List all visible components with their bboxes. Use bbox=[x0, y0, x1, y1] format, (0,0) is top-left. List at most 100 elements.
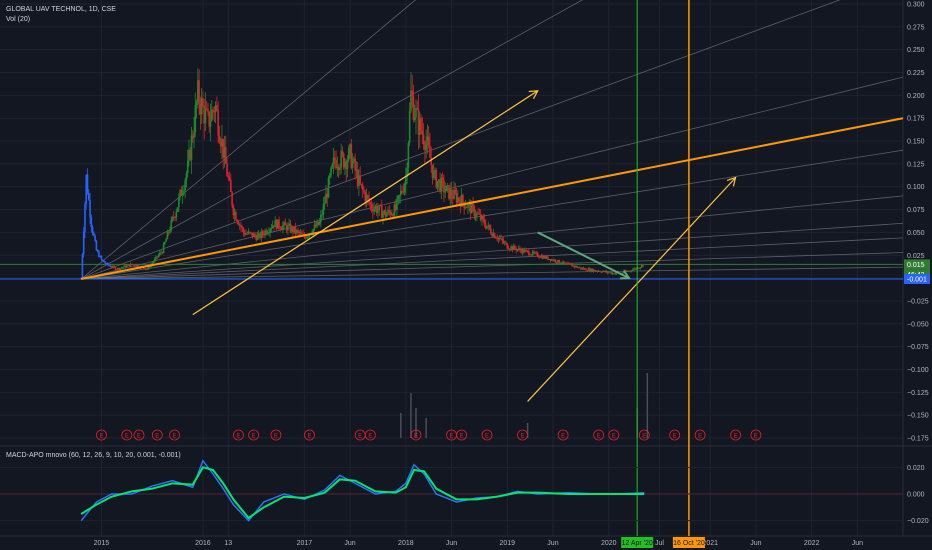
candle-body bbox=[327, 177, 330, 198]
candle-body bbox=[231, 192, 233, 206]
candle-body bbox=[425, 141, 427, 151]
time-tick-label: 2016 bbox=[195, 540, 211, 547]
candle-body bbox=[642, 265, 644, 267]
candle-body bbox=[224, 146, 227, 164]
earnings-marker-letter: E bbox=[597, 434, 601, 440]
candle-body bbox=[320, 214, 322, 222]
candle-body bbox=[441, 177, 444, 181]
earnings-marker-letter: E bbox=[460, 434, 464, 440]
candle-body bbox=[554, 259, 557, 262]
candle-body bbox=[547, 256, 549, 260]
candle-body bbox=[411, 90, 413, 97]
candle-body bbox=[568, 263, 571, 264]
candle-body bbox=[109, 265, 112, 267]
price-label-text: -0.001 bbox=[907, 277, 927, 284]
candle-body bbox=[477, 212, 479, 214]
fib-fan-line bbox=[81, 252, 903, 280]
time-tick-label: 2015 bbox=[94, 540, 110, 547]
candle-body bbox=[86, 174, 89, 194]
candle-body bbox=[321, 214, 323, 216]
macd-label: MACD-APO mnovo (60, 12, 26, 9, 10, 20, 0… bbox=[6, 452, 181, 459]
candle-body bbox=[614, 273, 616, 275]
earnings-marker-letter: E bbox=[236, 434, 240, 440]
candle-body bbox=[241, 227, 244, 229]
candle-body bbox=[516, 249, 519, 251]
price-tick-label: 0.300 bbox=[907, 2, 925, 9]
candle-body bbox=[287, 225, 289, 231]
candle-body bbox=[412, 96, 415, 120]
volume-label: Vol (20) bbox=[6, 16, 31, 23]
candle-body bbox=[454, 189, 457, 194]
candle-body bbox=[444, 191, 446, 193]
candle-body bbox=[166, 231, 169, 240]
candle-body bbox=[93, 232, 95, 236]
fib-fan-line bbox=[81, 195, 903, 280]
candle-body bbox=[398, 195, 401, 196]
candle-body bbox=[184, 180, 186, 191]
candle-body bbox=[194, 105, 197, 133]
candle-body bbox=[334, 157, 336, 160]
candle-body bbox=[493, 233, 496, 238]
candle-body bbox=[558, 259, 561, 263]
candle-body bbox=[242, 228, 245, 233]
candle-body bbox=[427, 136, 430, 146]
candle-body bbox=[403, 184, 406, 193]
candle-body bbox=[630, 270, 633, 272]
price-label-text: 0.015 bbox=[907, 262, 925, 269]
candle-body bbox=[401, 190, 403, 192]
candle-body bbox=[354, 158, 356, 171]
candle-body bbox=[415, 108, 417, 118]
earnings-marker-letter: E bbox=[734, 434, 738, 440]
earnings-marker-letter: E bbox=[252, 434, 256, 440]
candle-body bbox=[254, 233, 256, 236]
candle-body bbox=[388, 209, 391, 212]
candle-body bbox=[420, 117, 422, 131]
candle-body bbox=[599, 271, 601, 272]
time-tick-label: 13 bbox=[224, 540, 232, 547]
candle-body bbox=[87, 193, 90, 200]
candle-body bbox=[421, 130, 424, 135]
candle-body bbox=[339, 167, 341, 170]
candle-body bbox=[268, 232, 270, 234]
candle-body bbox=[576, 266, 578, 268]
earnings-marker-letter: E bbox=[485, 434, 489, 440]
candle-body bbox=[152, 261, 155, 263]
macd-series-line bbox=[80, 459, 645, 522]
candle-body bbox=[108, 264, 110, 266]
candle-body bbox=[432, 170, 435, 178]
candle-body bbox=[190, 135, 193, 160]
candle-body bbox=[170, 220, 173, 231]
candle-body bbox=[169, 230, 171, 233]
macd-tick-label: 0.000 bbox=[907, 492, 925, 499]
date-label-text: 16 Oct '20 bbox=[673, 540, 705, 547]
earnings-marker-letter: E bbox=[155, 434, 159, 440]
earnings-marker-letter: E bbox=[173, 434, 177, 440]
candle-body bbox=[436, 181, 439, 188]
chart-svg[interactable]: E E E E E E E E E E E E E E E E E E E E E E E E 0.300 0.275 0.250 0… bbox=[0, 0, 932, 550]
candle-body bbox=[330, 167, 332, 176]
candle-body bbox=[210, 109, 213, 121]
price-tick-label: 0.200 bbox=[907, 93, 925, 100]
price-tick-label: 0.225 bbox=[907, 70, 925, 77]
candle-body bbox=[323, 203, 326, 205]
candle-body bbox=[235, 212, 237, 220]
candle-body bbox=[103, 260, 105, 263]
candle-body bbox=[183, 190, 185, 193]
yellow-arrow-shaft bbox=[192, 90, 539, 316]
time-tick-label: Jun bbox=[446, 540, 457, 547]
candle-body bbox=[153, 258, 156, 262]
candle-body bbox=[114, 267, 117, 270]
price-tick-label: 0.150 bbox=[907, 139, 925, 146]
price-tick-label: −0.100 bbox=[907, 367, 929, 374]
time-tick-label: Jun bbox=[547, 540, 558, 547]
candle-body bbox=[361, 184, 364, 191]
candle-body bbox=[107, 263, 109, 265]
time-tick-label: Jun bbox=[344, 540, 355, 547]
candle-body bbox=[227, 176, 230, 178]
candle-body bbox=[216, 105, 218, 110]
time-tick-label: Jun bbox=[852, 540, 863, 547]
candle-body bbox=[113, 265, 115, 268]
candle-body bbox=[301, 232, 303, 235]
fib-fan-line bbox=[81, 149, 903, 280]
candle-body bbox=[178, 197, 180, 208]
